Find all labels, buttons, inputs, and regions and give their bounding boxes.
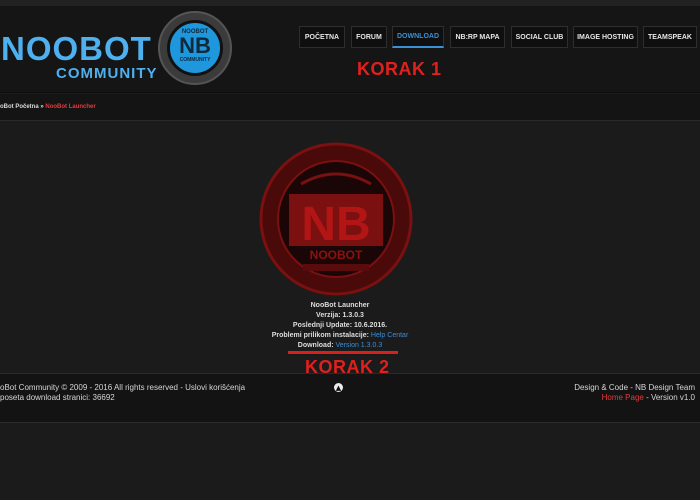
footer-copyright: oBot Community © 2009 - 2016 All rights …: [0, 383, 246, 392]
footer-version: - Version v1.0: [646, 393, 695, 402]
nav-item-teamspeak[interactable]: TEAMSPEAK: [643, 26, 697, 48]
logo-initials: NB: [179, 33, 211, 58]
logo-emblem: NOOBOT NB COMMUNITY: [167, 20, 223, 76]
top-strip: [0, 0, 700, 6]
nav-item-image-hosting[interactable]: IMAGE HOSTING: [573, 26, 638, 48]
launcher-info: NooBot Launcher Verzija: 1.3.0.3 Posledn…: [200, 301, 480, 351]
site-header: NOOBOT COMMUNITY NOOBOT NB COMMUNITY Poč…: [0, 0, 700, 93]
noobot-emblem: NB NOOBOT: [259, 142, 413, 296]
main-content: NB NOOBOT NooBot Launcher Verzija: 1.3.0…: [0, 122, 700, 377]
footer-home-row: Home Page - Version v1.0: [574, 393, 695, 403]
help-center-link[interactable]: Help Centar: [371, 332, 408, 339]
footer-home-link[interactable]: Home Page: [602, 393, 644, 402]
download-underline-annotation: [288, 351, 398, 354]
page-bottom-area: [0, 424, 700, 500]
nav-item-download[interactable]: DOWNLOAD: [392, 26, 444, 48]
arrow-up-icon: ▲: [335, 383, 342, 392]
launcher-title: NooBot Launcher: [310, 302, 370, 309]
site-logo-text[interactable]: NOOBOT: [1, 30, 152, 68]
nav-item-pocetna[interactable]: Početna: [299, 26, 345, 48]
nav-item-nbrp-mapa[interactable]: NB:RP MAPA: [450, 26, 505, 48]
problems-row: Problemi prilikom instalacije: Help Cent…: [200, 331, 480, 341]
step-annotation-1: KORAK 1: [357, 59, 442, 79]
breadcrumb: oBot Početna » NooBot Launcher: [0, 94, 700, 121]
download-row: Download: Version 1.3.0.3: [200, 341, 480, 351]
version-row: Verzija: 1.3.0.3: [200, 311, 480, 321]
site-logo-subtext[interactable]: COMMUNITY: [56, 65, 158, 82]
footer-visit-count: poseta download stranici: 36692: [0, 393, 115, 402]
nav-item-social-club[interactable]: SOCIAL CLUB: [511, 26, 568, 48]
nav-item-forum[interactable]: FORUM: [351, 26, 387, 48]
update-value: 10.6.2016.: [353, 322, 388, 329]
emblem-name: NOOBOT: [310, 248, 363, 262]
update-label: Poslednji Update:: [292, 322, 353, 329]
footer-design-credit: Design & Code - NB Design Team: [574, 383, 695, 392]
problems-label: Problemi prilikom instalacije:: [271, 332, 369, 339]
version-value: 1.3.0.3: [342, 312, 364, 319]
footer-right: Design & Code - NB Design Team Home Page…: [574, 383, 695, 403]
download-version-link[interactable]: Version 1.3.0.3: [336, 342, 383, 349]
update-row: Poslednji Update: 10.6.2016.: [200, 321, 480, 331]
footer-left: oBot Community © 2009 - 2016 All rights …: [0, 383, 245, 403]
emblem-initials: NB: [301, 198, 370, 251]
version-label: Verzija:: [316, 312, 341, 319]
breadcrumb-home-link[interactable]: oBot Početna: [0, 104, 39, 110]
site-footer: oBot Community © 2009 - 2016 All rights …: [0, 373, 700, 423]
scroll-top-button[interactable]: ▲: [334, 383, 343, 392]
download-label: Download:: [297, 342, 334, 349]
site-logo-badge[interactable]: NOOBOT NB COMMUNITY: [158, 11, 232, 85]
breadcrumb-separator: »: [40, 104, 44, 110]
breadcrumb-current: NooBot Launcher: [45, 104, 96, 110]
logo-bottom-text: COMMUNITY: [179, 57, 211, 63]
